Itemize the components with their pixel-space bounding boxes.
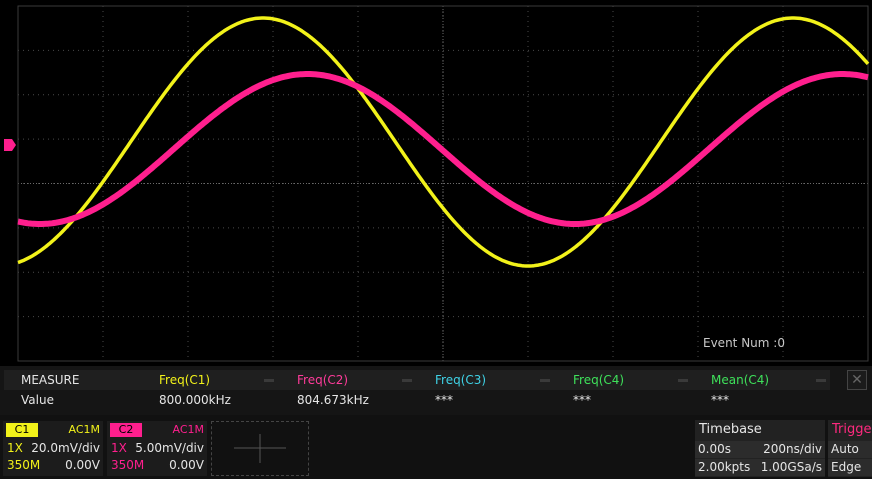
event-counter: Event Num :0	[703, 336, 785, 350]
channel-2-box[interactable]: C2 AC1M 1X 5.00mV/div 350M 0.00V	[107, 421, 207, 476]
channel-2-level-marker-icon[interactable]	[4, 139, 16, 151]
trigger-type: Edge	[831, 460, 862, 474]
measure-col-4[interactable]: Freq(C4)	[573, 370, 624, 390]
timebase-row-2: 2.00kpts 1.00GSa/s	[695, 459, 825, 476]
measure-value-4: ***	[573, 393, 591, 407]
channel-2-scale: 5.00mV/div	[135, 441, 204, 455]
measure-row-label: Value	[21, 393, 54, 407]
trigger-panel[interactable]: Trigger Auto Edge	[828, 420, 872, 477]
measure-value-row: Value 800.000kHz 804.673kHz *** *** ***	[4, 390, 830, 410]
channel-1-offset: 0.00V	[65, 458, 100, 472]
add-icon	[234, 434, 286, 463]
measure-col-4-menu-icon[interactable]	[678, 379, 688, 382]
timebase-scale: 200ns/div	[763, 442, 822, 456]
measure-col-1-menu-icon[interactable]	[264, 379, 274, 382]
channel-1-box[interactable]: C1 AC1M 1X 20.0mV/div 350M 0.00V	[3, 421, 103, 476]
measure-title: MEASURE	[21, 373, 80, 387]
measure-value-1: 800.000kHz	[159, 393, 231, 407]
channel-1-bandwidth: 350M	[7, 458, 41, 472]
channel-1-tag[interactable]: C1	[6, 423, 38, 437]
trigger-row-1: Auto	[828, 441, 872, 458]
channel-1-scale: 20.0mV/div	[31, 441, 100, 455]
timebase-row-1: 0.00s 200ns/div	[695, 441, 825, 458]
measure-col-3-menu-icon[interactable]	[540, 379, 550, 382]
measure-col-3[interactable]: Freq(C3)	[435, 370, 486, 390]
channel-2-offset: 0.00V	[169, 458, 204, 472]
measure-col-2[interactable]: Freq(C2)	[297, 370, 348, 390]
channel-1-coupling: AC1M	[68, 423, 100, 436]
measure-col-5-menu-icon[interactable]	[816, 379, 826, 382]
waveform-canvas	[4, 5, 870, 362]
channel-2-probe: 1X	[111, 441, 127, 455]
measure-value-5: ***	[711, 393, 729, 407]
timebase-delay: 0.00s	[698, 442, 731, 456]
timebase-panel[interactable]: Timebase 0.00s 200ns/div 2.00kpts 1.00GS…	[695, 420, 825, 477]
measure-header-row: MEASURE Freq(C1) Freq(C2) Freq(C3) Freq(…	[4, 370, 830, 390]
channel-2-tag[interactable]: C2	[110, 423, 142, 437]
waveform-display[interactable]: Event Num :0	[0, 0, 872, 366]
close-icon[interactable]: ✕	[847, 370, 867, 390]
measure-value-3: ***	[435, 393, 453, 407]
measure-col-2-menu-icon[interactable]	[402, 379, 412, 382]
graticule	[17, 5, 869, 362]
measure-panel: MEASURE Freq(C1) Freq(C2) Freq(C3) Freq(…	[0, 366, 872, 415]
channel-2-bandwidth: 350M	[111, 458, 145, 472]
timebase-title: Timebase	[699, 422, 762, 437]
trigger-row-2: Edge	[828, 459, 872, 476]
channel-2-coupling: AC1M	[172, 423, 204, 436]
channel-1-probe: 1X	[7, 441, 23, 455]
measure-col-1[interactable]: Freq(C1)	[159, 370, 210, 390]
traces	[4, 16, 870, 268]
timebase-points: 2.00kpts	[698, 460, 751, 474]
trigger-title: Trigger	[832, 422, 872, 437]
timebase-rate: 1.00GSa/s	[760, 460, 822, 474]
trigger-mode: Auto	[831, 442, 859, 456]
measure-value-2: 804.673kHz	[297, 393, 369, 407]
measure-col-5[interactable]: Mean(C4)	[711, 370, 769, 390]
add-channel-slot[interactable]	[211, 421, 309, 476]
